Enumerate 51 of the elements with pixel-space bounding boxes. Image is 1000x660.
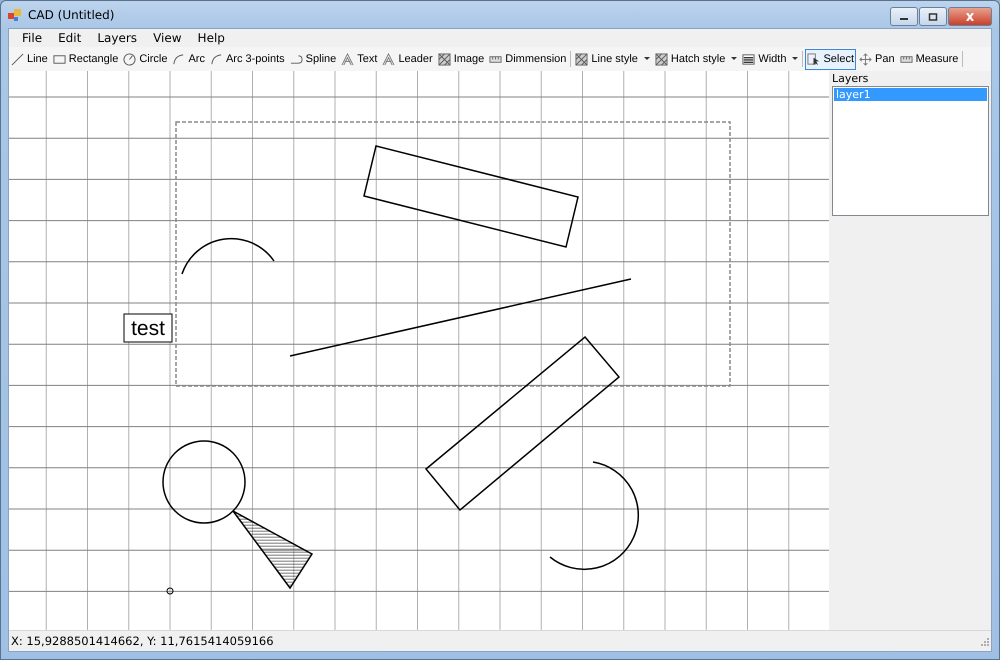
lines-icon (742, 52, 756, 66)
tool-button[interactable]: Text (339, 48, 380, 70)
arc-icon (172, 52, 186, 66)
close-button[interactable] (948, 7, 992, 26)
maximize-icon (928, 12, 938, 20)
close-icon (965, 12, 975, 20)
menu-item[interactable]: Layers (89, 31, 146, 45)
tool-button[interactable]: Arc (170, 48, 207, 70)
rectangle-icon (52, 52, 66, 66)
tool-button[interactable]: Leader (380, 48, 435, 70)
tool-button[interactable]: Dimmension (487, 48, 568, 70)
text-label: test (124, 314, 172, 342)
point-marker (166, 588, 174, 594)
window-title: CAD (Untitled) (28, 8, 114, 22)
tool-button[interactable]: Image (436, 48, 486, 70)
hatched-square-icon (575, 52, 588, 66)
dropdown-button[interactable]: Hatch style (652, 48, 740, 70)
tool-button[interactable]: Pan (857, 48, 897, 70)
tool-button[interactable]: Select (805, 48, 856, 70)
hatched-square-icon (438, 52, 451, 66)
tool-button[interactable]: Circle (121, 48, 170, 70)
resize-grip-icon[interactable] (979, 636, 989, 646)
hatched-square-icon (654, 52, 668, 66)
line-icon (11, 52, 24, 66)
tool-button[interactable]: Arc 3-points (208, 48, 287, 70)
curve-icon (290, 52, 303, 66)
menu-item[interactable]: Help (190, 31, 233, 45)
tool-button[interactable]: Line (9, 48, 50, 70)
cursor-icon (807, 52, 820, 66)
tool-button[interactable]: Spline (288, 48, 338, 70)
minimize-button[interactable] (890, 7, 918, 26)
dropdown-button[interactable]: Width (740, 48, 800, 70)
app-icon (8, 8, 22, 22)
menu-item[interactable]: View (145, 31, 190, 45)
tool-button[interactable]: Measure (898, 48, 960, 70)
status-text: X: 15,9288501414662, Y: 11,7615414059166 (11, 634, 274, 648)
letter-outline-icon (382, 52, 396, 66)
move-icon (859, 52, 872, 66)
drawing-canvas[interactable]: test (9, 71, 829, 630)
menu-item[interactable]: File (14, 31, 50, 45)
caret-icon (792, 57, 798, 61)
circle-icon (123, 52, 136, 66)
dropdown-button[interactable]: Line style (573, 48, 652, 70)
letter-outline-icon (341, 52, 354, 66)
caret-icon (644, 57, 650, 61)
arc-icon (210, 52, 223, 66)
maximize-button[interactable] (919, 7, 947, 26)
tool-button[interactable]: Rectangle (50, 48, 120, 70)
caret-icon (731, 57, 738, 61)
menu-item[interactable]: Edit (50, 31, 90, 45)
layers-label: Layers (832, 72, 870, 86)
